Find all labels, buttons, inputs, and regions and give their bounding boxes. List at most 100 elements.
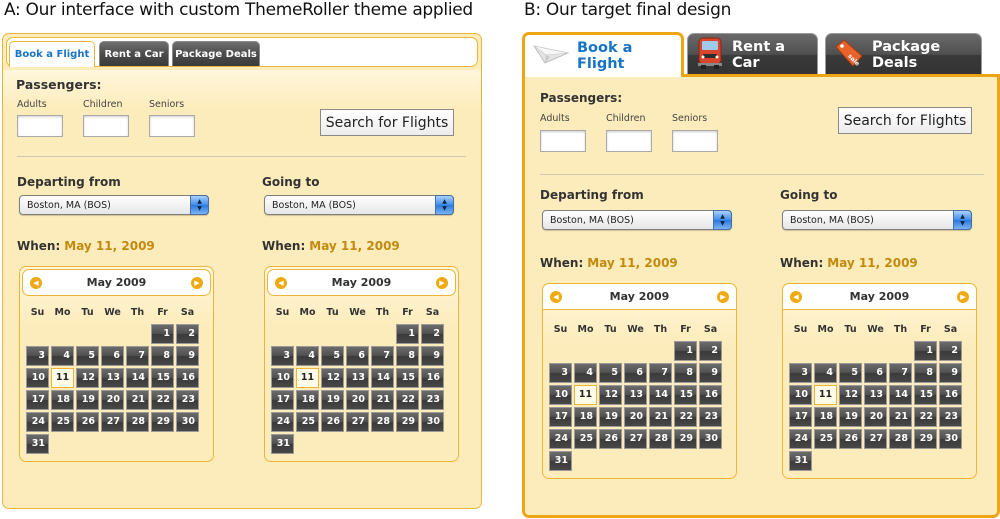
tab-package-deals[interactable]: sale Package Deals	[825, 33, 982, 75]
tab-rent-a-car[interactable]: Rent a Car	[687, 33, 818, 75]
calendar-day[interactable]: 27	[864, 429, 887, 449]
children-input[interactable]	[83, 115, 129, 137]
calendar-day[interactable]: 12	[599, 385, 622, 405]
calendar-day[interactable]: 4	[574, 363, 597, 383]
calendar-day[interactable]: 23	[421, 390, 444, 410]
calendar-day[interactable]: 18	[296, 390, 319, 410]
seniors-input[interactable]	[672, 130, 718, 152]
next-month-icon[interactable]: ▶	[717, 291, 729, 303]
calendar-day[interactable]: 13	[624, 385, 647, 405]
calendar-day[interactable]: 6	[624, 363, 647, 383]
calendar-day[interactable]: 21	[889, 407, 912, 427]
calendar-day[interactable]: 14	[649, 385, 672, 405]
calendar-day[interactable]: 28	[371, 412, 394, 432]
calendar-day[interactable]: 28	[649, 429, 672, 449]
children-input[interactable]	[606, 130, 652, 152]
calendar-day-selected[interactable]: 11	[51, 368, 74, 388]
calendar-day[interactable]: 2	[699, 341, 722, 361]
departing-select[interactable]: Boston, MA (BOS) ▲ ▼	[542, 210, 732, 230]
calendar-day[interactable]: 20	[864, 407, 887, 427]
calendar-day[interactable]: 10	[26, 368, 49, 388]
calendar-day[interactable]: 15	[914, 385, 937, 405]
calendar-day[interactable]: 23	[699, 407, 722, 427]
prev-month-icon[interactable]: ◀	[790, 291, 802, 303]
calendar-day[interactable]: 7	[371, 346, 394, 366]
calendar-day[interactable]: 6	[101, 346, 124, 366]
calendar-day[interactable]: 10	[549, 385, 572, 405]
calendar-day[interactable]: 4	[51, 346, 74, 366]
calendar-day[interactable]: 3	[271, 346, 294, 366]
calendar-day[interactable]: 15	[396, 368, 419, 388]
calendar-day[interactable]: 30	[699, 429, 722, 449]
calendar-day[interactable]: 16	[176, 368, 199, 388]
calendar-day[interactable]: 19	[76, 390, 99, 410]
calendar-day[interactable]: 14	[126, 368, 149, 388]
calendar-day-selected[interactable]: 11	[574, 385, 597, 405]
calendar-day[interactable]: 26	[839, 429, 862, 449]
calendar-day[interactable]: 13	[864, 385, 887, 405]
calendar-day[interactable]: 27	[346, 412, 369, 432]
calendar-day[interactable]: 19	[839, 407, 862, 427]
calendar-day[interactable]: 20	[346, 390, 369, 410]
calendar-day[interactable]: 12	[839, 385, 862, 405]
calendar-day[interactable]: 31	[271, 434, 294, 454]
calendar-day[interactable]: 9	[699, 363, 722, 383]
calendar-day[interactable]: 19	[321, 390, 344, 410]
calendar-day[interactable]: 30	[939, 429, 962, 449]
calendar-day[interactable]: 3	[26, 346, 49, 366]
prev-month-icon[interactable]: ◀	[30, 277, 42, 289]
search-flights-button[interactable]: Search for Flights	[320, 109, 454, 136]
calendar-day[interactable]: 4	[296, 346, 319, 366]
calendar-day[interactable]: 25	[296, 412, 319, 432]
calendar-day[interactable]: 8	[674, 363, 697, 383]
calendar-day[interactable]: 1	[151, 324, 174, 344]
calendar-day[interactable]: 3	[789, 363, 812, 383]
calendar-day[interactable]: 6	[864, 363, 887, 383]
calendar-day[interactable]: 16	[699, 385, 722, 405]
calendar-day[interactable]: 6	[346, 346, 369, 366]
calendar-day[interactable]: 21	[371, 390, 394, 410]
calendar-day[interactable]: 18	[51, 390, 74, 410]
calendar-day[interactable]: 5	[76, 346, 99, 366]
calendar-day[interactable]: 9	[176, 346, 199, 366]
calendar-day[interactable]: 13	[346, 368, 369, 388]
calendar-day[interactable]: 22	[914, 407, 937, 427]
calendar-day[interactable]: 7	[649, 363, 672, 383]
calendar-day[interactable]: 5	[599, 363, 622, 383]
calendar-day[interactable]: 31	[549, 451, 572, 471]
prev-month-icon[interactable]: ◀	[275, 277, 287, 289]
tab-package-deals[interactable]: Package Deals	[172, 41, 260, 66]
calendar-day[interactable]: 5	[321, 346, 344, 366]
calendar-day[interactable]: 5	[839, 363, 862, 383]
next-month-icon[interactable]: ▶	[191, 277, 203, 289]
calendar-day[interactable]: 9	[421, 346, 444, 366]
next-month-icon[interactable]: ▶	[957, 291, 969, 303]
calendar-day[interactable]: 19	[599, 407, 622, 427]
going-select[interactable]: Boston, MA (BOS) ▲ ▼	[782, 210, 972, 230]
calendar-day[interactable]: 24	[271, 412, 294, 432]
calendar-day[interactable]: 22	[396, 390, 419, 410]
calendar-day[interactable]: 29	[151, 412, 174, 432]
calendar-day[interactable]: 8	[914, 363, 937, 383]
calendar-day[interactable]: 24	[26, 412, 49, 432]
calendar-day[interactable]: 1	[914, 341, 937, 361]
calendar-day[interactable]: 7	[126, 346, 149, 366]
calendar-day[interactable]: 23	[176, 390, 199, 410]
calendar-day[interactable]: 12	[321, 368, 344, 388]
tab-book-a-flight[interactable]: Book a Flight	[9, 41, 95, 67]
calendar-day[interactable]: 10	[271, 368, 294, 388]
calendar-day[interactable]: 30	[176, 412, 199, 432]
calendar-day[interactable]: 17	[26, 390, 49, 410]
calendar-day[interactable]: 8	[396, 346, 419, 366]
calendar-day[interactable]: 15	[151, 368, 174, 388]
seniors-input[interactable]	[149, 115, 195, 137]
calendar-day[interactable]: 2	[421, 324, 444, 344]
calendar-day[interactable]: 4	[814, 363, 837, 383]
calendar-day[interactable]: 1	[396, 324, 419, 344]
calendar-day[interactable]: 28	[126, 412, 149, 432]
calendar-day[interactable]: 1	[674, 341, 697, 361]
search-flights-button[interactable]: Search for Flights	[838, 107, 972, 134]
calendar-day[interactable]: 2	[939, 341, 962, 361]
going-select[interactable]: Boston, MA (BOS) ▲ ▼	[264, 195, 454, 215]
calendar-day[interactable]: 29	[914, 429, 937, 449]
